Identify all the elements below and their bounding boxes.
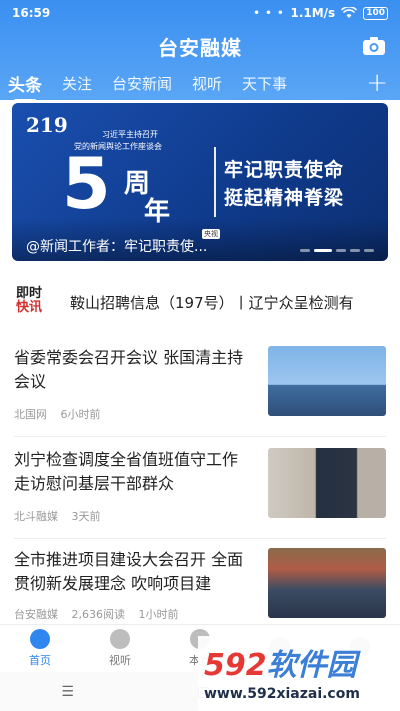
banner-carousel[interactable]: 219 习近平主持召开 党的新闻舆论工作座谈会 5 周 年 牢记职责使命 挺起精… xyxy=(12,103,388,261)
app-title: 台安融媒 xyxy=(158,35,242,60)
divider xyxy=(14,436,386,437)
news-title[interactable]: 全市推进项目建设大会召开 全面贯彻新发展理念 吹响项目建 xyxy=(14,548,258,596)
news-time: 3天前 xyxy=(71,510,101,523)
news-source: 北国网 xyxy=(14,408,47,421)
watermark-cn: 软件园 xyxy=(266,648,357,683)
pager-dot[interactable] xyxy=(350,249,360,252)
notification-dots-icon: • • • xyxy=(253,7,285,19)
network-speed: 1.1M/s xyxy=(290,6,336,20)
pager-dot[interactable] xyxy=(364,249,374,252)
news-title[interactable]: 省委常委会召开会议 张国清主持会议 xyxy=(14,346,258,394)
list-item[interactable]: 刘宁检查调度全省值班值守工作 走访慰问基层干部群众 北斗融媒 3天前 xyxy=(0,448,400,538)
pager-dot[interactable] xyxy=(336,249,346,252)
flash-news-bar[interactable]: 即时 快讯 鞍山招聘信息（197号）丨辽宁众呈检测有 xyxy=(0,280,400,324)
list-item[interactable]: 省委常委会召开会议 张国清主持会议 北国网 6小时前 xyxy=(0,346,400,436)
banner-big-number: 5 xyxy=(62,143,111,225)
news-source: 北斗融媒 xyxy=(14,510,58,523)
status-time: 16:59 xyxy=(12,6,51,20)
banner-219-mark: 219 xyxy=(26,113,68,137)
nav-home[interactable]: 首页 xyxy=(0,625,80,672)
nav-audio-video[interactable]: 视听 xyxy=(80,625,160,672)
battery-icon: 100 xyxy=(363,6,388,20)
tab-headlines[interactable]: 头条 xyxy=(8,71,42,102)
tab-taian-news[interactable]: 台安新闻 xyxy=(112,73,172,94)
add-channel-icon[interactable]: + xyxy=(366,68,388,98)
tab-follow[interactable]: 关注 xyxy=(62,73,92,94)
watermark-url: www.592xiazai.com xyxy=(204,686,360,702)
banner-divider xyxy=(214,147,216,217)
banner-slogan-2: 挺起精神脊梁 xyxy=(224,187,345,209)
home-icon xyxy=(30,629,50,649)
top-header: 16:59 • • • 1.1M/s 100 台安融媒 头条 关注 台安新闻 视… xyxy=(0,0,400,102)
news-title[interactable]: 刘宁检查调度全省值班值守工作 走访慰问基层干部群众 xyxy=(14,448,258,496)
tab-audio-video[interactable]: 视听 xyxy=(192,73,222,94)
channel-tabs: 头条 关注 台安新闻 视听 天下事 + xyxy=(0,66,400,102)
pager-dot-active[interactable] xyxy=(314,249,332,252)
list-item[interactable]: 全市推进项目建设大会召开 全面贯彻新发展理念 吹响项目建 台安融媒 2,636阅… xyxy=(0,548,400,624)
watermark-num: 592 xyxy=(204,648,267,683)
tab-world[interactable]: 天下事 xyxy=(242,73,287,94)
banner-line1: 习近平主持召开 xyxy=(102,130,158,139)
status-bar: 16:59 • • • 1.1M/s 100 xyxy=(0,0,400,26)
news-source: 台安融媒 xyxy=(14,608,58,621)
news-thumbnail[interactable] xyxy=(268,548,386,618)
flash-news-text[interactable]: 鞍山招聘信息（197号）丨辽宁众呈检测有 xyxy=(70,292,354,313)
banner-slogan-1: 牢记职责使命 xyxy=(224,159,345,181)
news-thumbnail[interactable] xyxy=(268,448,386,518)
carousel-pager xyxy=(300,249,374,252)
flash-news-logo: 即时 快讯 xyxy=(16,286,43,315)
menu-icon[interactable]: ☰ xyxy=(61,684,74,700)
divider xyxy=(14,538,386,539)
pager-dot[interactable] xyxy=(300,249,310,252)
news-time: 1小时前 xyxy=(138,608,179,621)
news-reads: 2,636阅读 xyxy=(71,608,126,621)
play-icon xyxy=(110,629,130,649)
banner-caption[interactable]: @新闻工作者：牢记职责使... xyxy=(26,236,207,256)
camera-icon[interactable] xyxy=(362,36,386,56)
wifi-icon xyxy=(341,7,358,18)
news-thumbnail[interactable] xyxy=(268,346,386,416)
news-time: 6小时前 xyxy=(60,408,101,421)
watermark: 592软件园 www.592xiazai.com xyxy=(198,636,400,711)
